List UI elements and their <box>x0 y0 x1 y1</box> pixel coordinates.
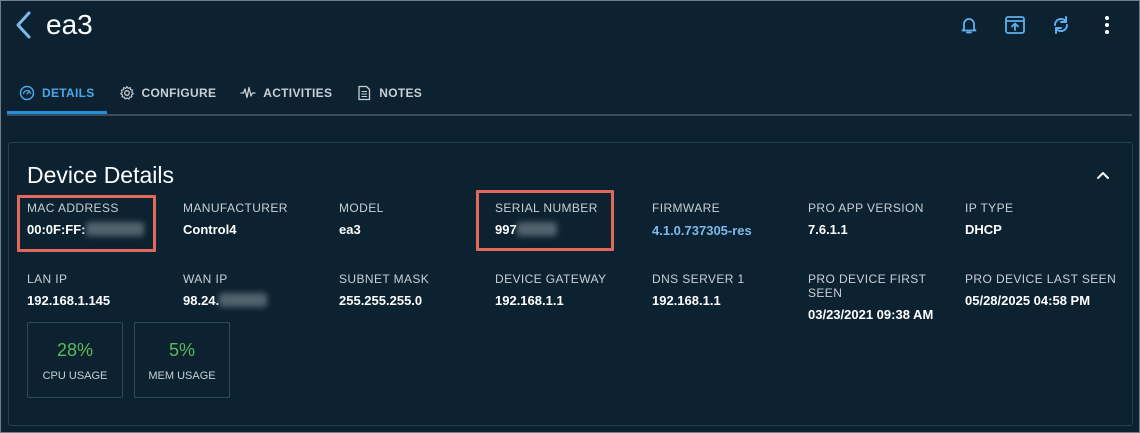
tab-details[interactable]: DETAILS <box>7 73 107 115</box>
field-pro-app-version: PRO APP VERSION 7.6.1.1 <box>808 201 958 237</box>
notifications-button[interactable] <box>946 10 992 40</box>
collapse-button[interactable] <box>1094 167 1112 183</box>
field-label: MANUFACTURER <box>183 201 288 215</box>
serial-number-highlight <box>476 190 614 251</box>
field-value: 192.168.1.1 <box>495 293 564 308</box>
field-first-seen: PRO DEVICE FIRST SEEN 03/23/2021 09:38 A… <box>808 272 958 322</box>
more-vertical-icon <box>1105 16 1109 34</box>
upload-icon <box>1005 16 1025 34</box>
page-title: ea3 <box>46 9 93 40</box>
tab-activities[interactable]: ACTIVITIES <box>228 73 344 113</box>
field-value: 05/28/2025 04:58 PM <box>965 293 1091 308</box>
redacted-blur <box>219 293 268 307</box>
field-label: PRO DEVICE LAST SEEN <box>965 272 1117 286</box>
field-dns-server-1: DNS SERVER 1 192.168.1.1 <box>652 272 802 308</box>
field-label: DEVICE GATEWAY <box>495 272 607 286</box>
refresh-icon <box>1053 16 1069 34</box>
header-actions <box>946 10 1130 40</box>
field-label: IP TYPE <box>965 201 1014 215</box>
field-value: 98.24. <box>183 293 333 308</box>
back-button[interactable] <box>10 8 36 42</box>
mac-address-highlight <box>17 195 156 252</box>
bell-icon <box>961 18 977 34</box>
more-options-button[interactable] <box>1084 10 1130 40</box>
mem-usage-value: 5% <box>168 340 195 360</box>
field-value: 7.6.1.1 <box>808 222 848 237</box>
field-label: MODEL <box>339 201 384 215</box>
field-label: LAN IP <box>27 272 68 286</box>
field-subnet-mask: SUBNET MASK 255.255.255.0 <box>339 272 489 308</box>
card-title: Device Details <box>27 162 174 188</box>
tab-bar: DETAILS CONFIGURE ACTIVITIES NOTES <box>7 73 434 115</box>
gauge-icon <box>19 85 35 101</box>
field-label: WAN IP <box>183 272 228 286</box>
field-manufacturer: MANUFACTURER Control4 <box>183 201 333 237</box>
tab-configure[interactable]: CONFIGURE <box>107 73 229 113</box>
chevron-up-icon <box>1097 172 1109 179</box>
pulse-icon <box>240 86 256 99</box>
field-wan-ip: WAN IP 98.24. <box>183 272 333 308</box>
cpu-usage-gauge: 28% CPU USAGE <box>27 322 123 398</box>
cpu-usage-label: CPU USAGE <box>42 370 108 382</box>
field-label: PRO DEVICE FIRST SEEN <box>808 272 927 300</box>
page-header: ea3 <box>0 0 1140 50</box>
tab-label: NOTES <box>379 86 423 100</box>
firmware-link[interactable]: 4.1.0.737305-res <box>652 220 762 241</box>
field-label: FIRMWARE <box>652 201 721 215</box>
field-value: 192.168.1.1 <box>652 293 721 308</box>
field-ip-type: IP TYPE DHCP <box>965 201 1115 237</box>
device-details-card: Device Details MAC ADDRESS 00:0F:FF: MAN… <box>8 142 1133 426</box>
mem-usage-label: MEM USAGE <box>148 370 216 382</box>
tab-label: CONFIGURE <box>141 86 217 100</box>
field-value: Control4 <box>183 222 237 237</box>
field-value: 192.168.1.145 <box>27 293 111 308</box>
gear-icon <box>119 85 134 100</box>
field-lan-ip: LAN IP 192.168.1.145 <box>27 272 177 308</box>
mem-usage-gauge: 5% MEM USAGE <box>134 322 230 398</box>
field-last-seen: PRO DEVICE LAST SEEN 05/28/2025 04:58 PM <box>965 272 1125 308</box>
refresh-button[interactable] <box>1038 10 1084 40</box>
field-label: PRO APP VERSION <box>808 201 924 215</box>
upload-button[interactable] <box>992 10 1038 40</box>
field-model: MODEL ea3 <box>339 201 489 237</box>
field-value: 03/23/2021 09:38 AM <box>808 307 934 322</box>
tab-notes[interactable]: NOTES <box>344 73 434 113</box>
cpu-usage-value: 28% <box>56 340 94 360</box>
field-value: 255.255.255.0 <box>339 293 423 308</box>
tab-divider <box>7 114 1132 116</box>
field-value: ea3 <box>339 222 361 237</box>
field-firmware: FIRMWARE 4.1.0.737305-res <box>652 201 762 241</box>
notes-icon <box>358 85 371 101</box>
field-label: SUBNET MASK <box>339 272 430 286</box>
field-device-gateway: DEVICE GATEWAY 192.168.1.1 <box>495 272 645 308</box>
wan-ip-value: 98.24. <box>183 293 220 308</box>
field-value: DHCP <box>965 222 1002 237</box>
tab-label: DETAILS <box>42 86 95 100</box>
tab-label: ACTIVITIES <box>263 86 333 100</box>
chevron-left-icon <box>16 11 31 39</box>
field-label: DNS SERVER 1 <box>652 272 745 286</box>
